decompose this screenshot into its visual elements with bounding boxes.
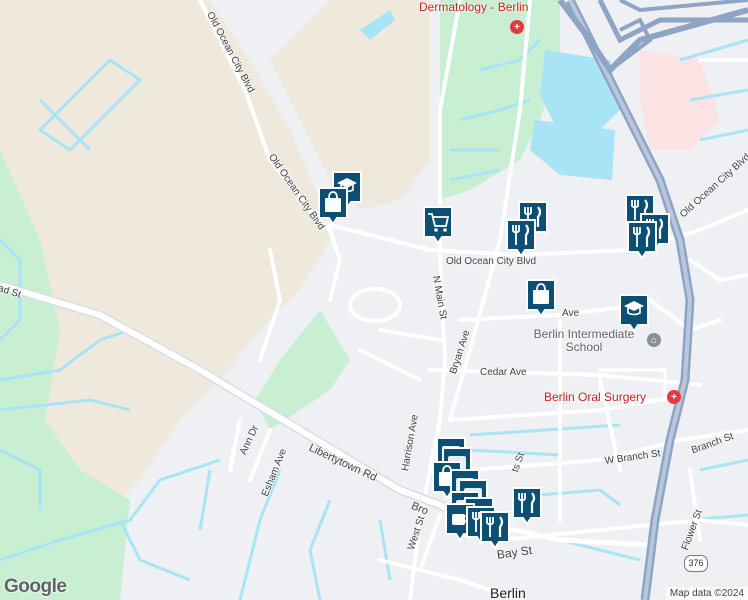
map-marker-shopping-bag[interactable] (524, 278, 558, 318)
map-marker-restaurant[interactable] (504, 218, 538, 258)
highway-shield-icon: 376 (684, 555, 708, 572)
road-label-cedar-ave: Cedar Ave (480, 367, 527, 378)
map-attribution[interactable]: Map data ©2024 (665, 587, 748, 600)
google-logo: Google (4, 576, 67, 597)
map-marker-restaurant[interactable] (478, 510, 512, 550)
road-label-ave-frag: Ave (562, 308, 580, 319)
poi-label-dermatology[interactable]: Dermatology - Berlin (419, 0, 528, 14)
map-marker-school[interactable] (617, 293, 651, 333)
school-icon[interactable]: ⌂ (647, 333, 661, 347)
medical-icon[interactable]: + (510, 20, 524, 34)
map-marker-restaurant[interactable] (510, 486, 544, 526)
medical-icon[interactable]: + (667, 390, 681, 404)
map-marker-restaurant[interactable] (625, 220, 659, 260)
map-marker-shopping-cart[interactable] (421, 205, 455, 245)
city-label-berlin: Berlin (490, 585, 526, 600)
map-canvas[interactable]: Old Ocean City Blvd Old Ocean City Blvd … (0, 0, 748, 600)
map-marker-shopping-bag[interactable] (316, 186, 350, 226)
poi-label-oral-surgery[interactable]: Berlin Oral Surgery (544, 390, 646, 404)
